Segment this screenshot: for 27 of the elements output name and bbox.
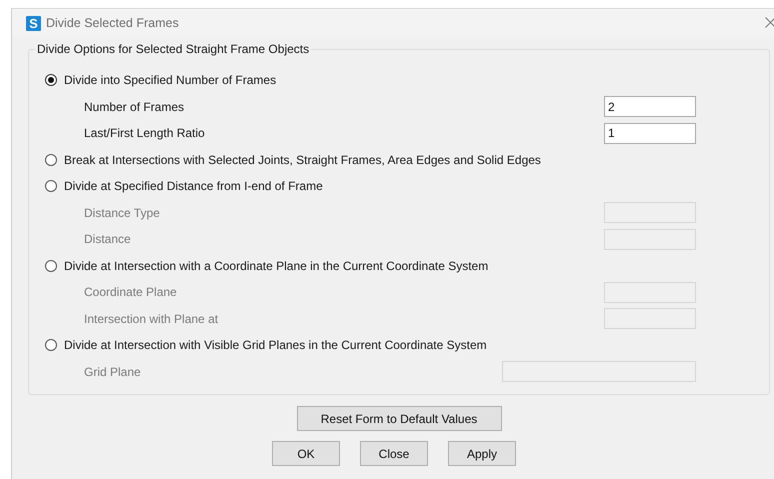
input-field[interactable]: 1 [604,122,696,144]
radio-button[interactable] [45,154,57,166]
option-label: Divide at Intersection with a Coordinate Plane in the Current Coordinate System [64,258,488,273]
dialog-button[interactable]: Close [360,441,428,466]
field-label: Grid Plane [84,364,142,379]
reset-button[interactable]: Reset Form to Default Values [296,406,502,431]
field-label: Intersection with Plane at [84,312,220,326]
field-label: Distance [84,232,132,246]
group-title: Divide Options for Selected Straight Frame Objects [35,42,312,56]
option-label: Divide at Intersection with Visible Grid Planes in the Current Coordinate System [64,338,487,352]
option-label: Break at Intersections with Selected Joints, Straight Frames, Area Edges and Solid Edges [64,152,541,167]
dialog-button[interactable]: OK [272,441,340,466]
radio-button[interactable] [45,260,57,272]
option-label: Divide into Specified Number of Frames [64,73,276,88]
close-icon[interactable] [765,17,774,28]
field-label: Distance Type [84,206,161,220]
radio-button[interactable] [45,180,57,192]
radio-button[interactable] [45,339,57,352]
field-label: Coordinate Plane [84,285,178,300]
dialog-button[interactable]: Apply [448,441,516,466]
option-label: Divide at Specified Distance from I-end of Frame [64,179,323,194]
radio-button[interactable] [45,74,57,86]
input-field[interactable]: 2 [604,96,696,118]
app-logo: S [26,16,41,30]
field-label: Number of Frames [84,100,186,114]
field-label: Last/First Length Ratio [84,126,206,140]
window-title: Divide Selected Frames [46,16,179,30]
